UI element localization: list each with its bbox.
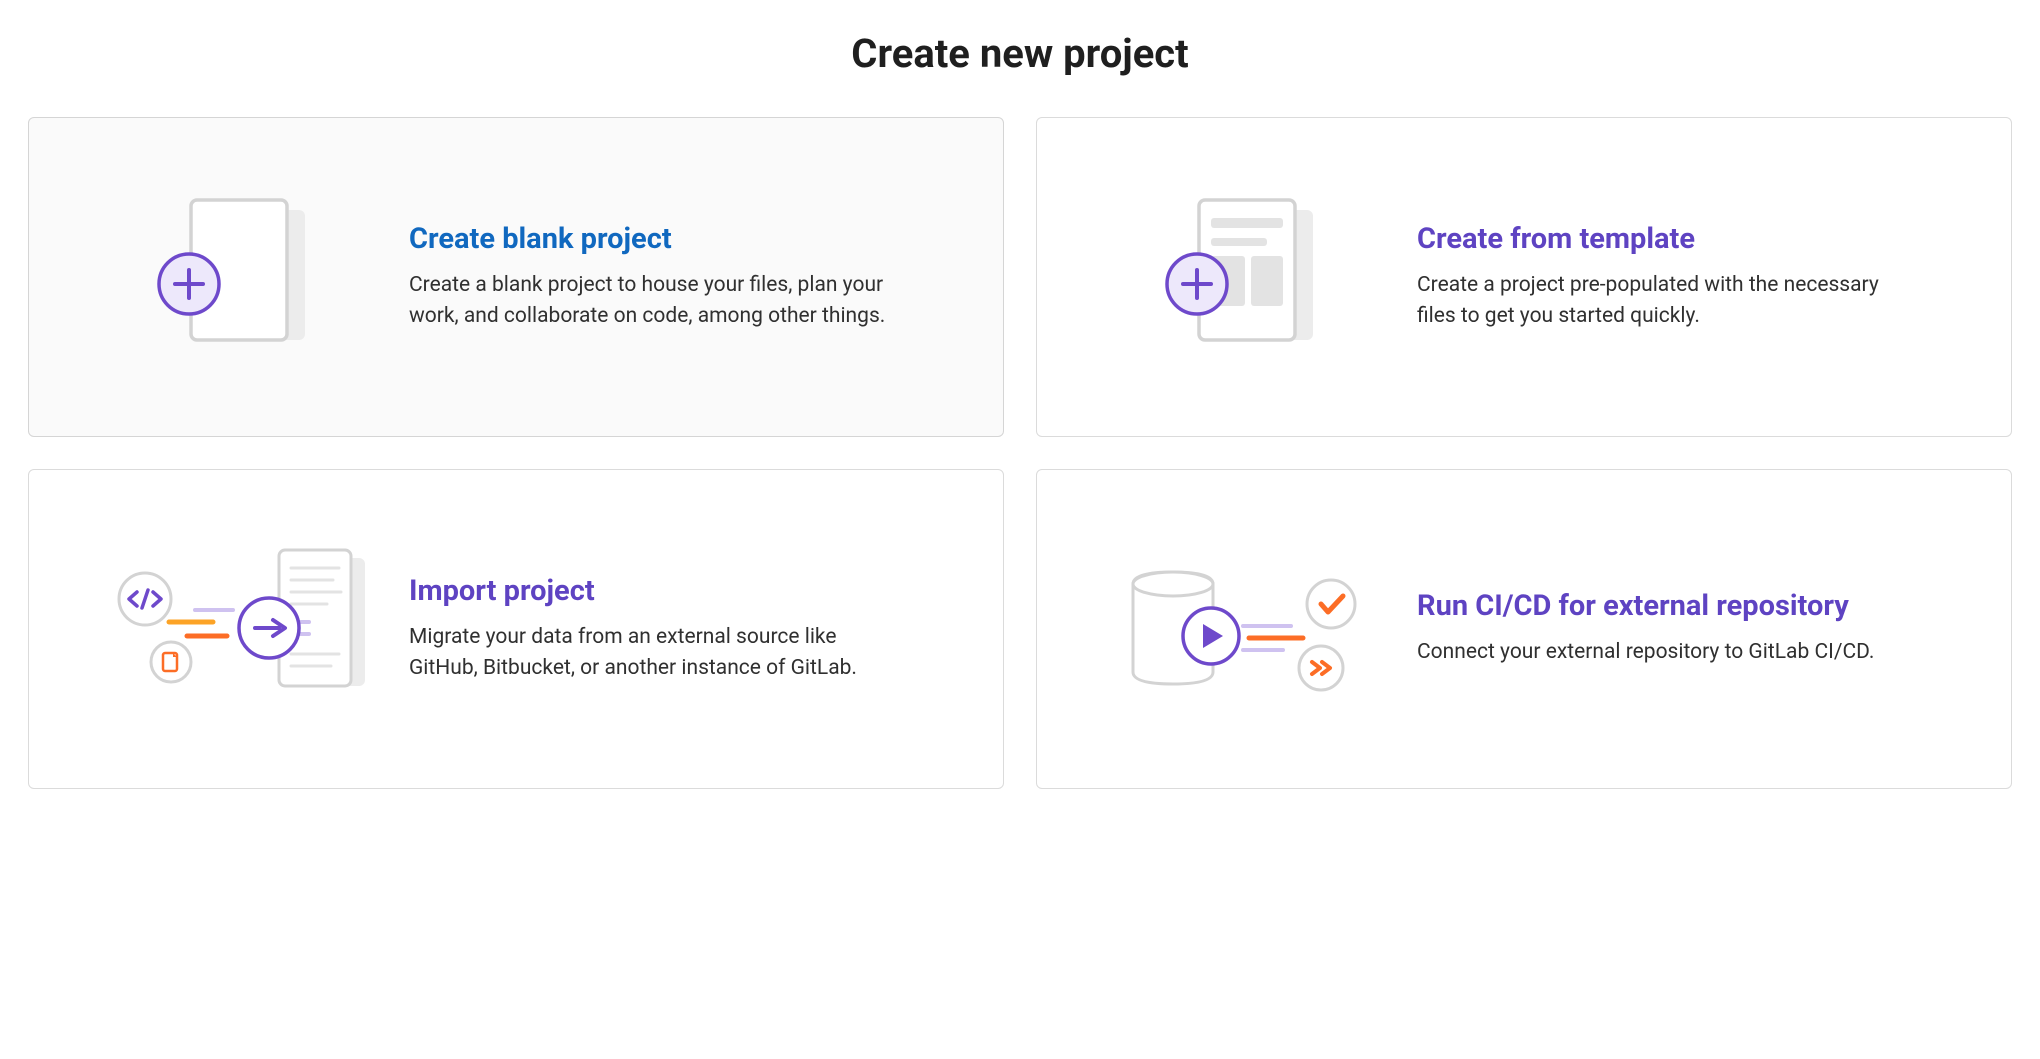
- create-from-template-icon: [1093, 172, 1393, 382]
- panel-title-blank: Create blank project: [409, 222, 947, 256]
- option-create-blank-project[interactable]: Create blank project Create a blank proj…: [28, 117, 1004, 437]
- panel-desc-blank: Create a blank project to house your fil…: [409, 270, 889, 333]
- panel-desc-template: Create a project pre-populated with the …: [1417, 270, 1897, 333]
- project-options-grid: Create blank project Create a blank proj…: [28, 117, 2012, 789]
- panel-title-import: Import project: [409, 574, 947, 608]
- panel-desc-import: Migrate your data from an external sourc…: [409, 622, 889, 685]
- page-title: Create new project: [28, 30, 2012, 77]
- run-cicd-icon: [1093, 524, 1393, 734]
- panel-title-cicd: Run CI/CD for external repository: [1417, 589, 1955, 623]
- blank-project-icon: [85, 172, 385, 382]
- panel-title-template: Create from template: [1417, 222, 1955, 256]
- import-project-icon: [85, 524, 385, 734]
- panel-desc-cicd: Connect your external repository to GitL…: [1417, 637, 1897, 669]
- option-create-from-template[interactable]: Create from template Create a project pr…: [1036, 117, 2012, 437]
- option-run-cicd-external[interactable]: Run CI/CD for external repository Connec…: [1036, 469, 2012, 789]
- option-import-project[interactable]: Import project Migrate your data from an…: [28, 469, 1004, 789]
